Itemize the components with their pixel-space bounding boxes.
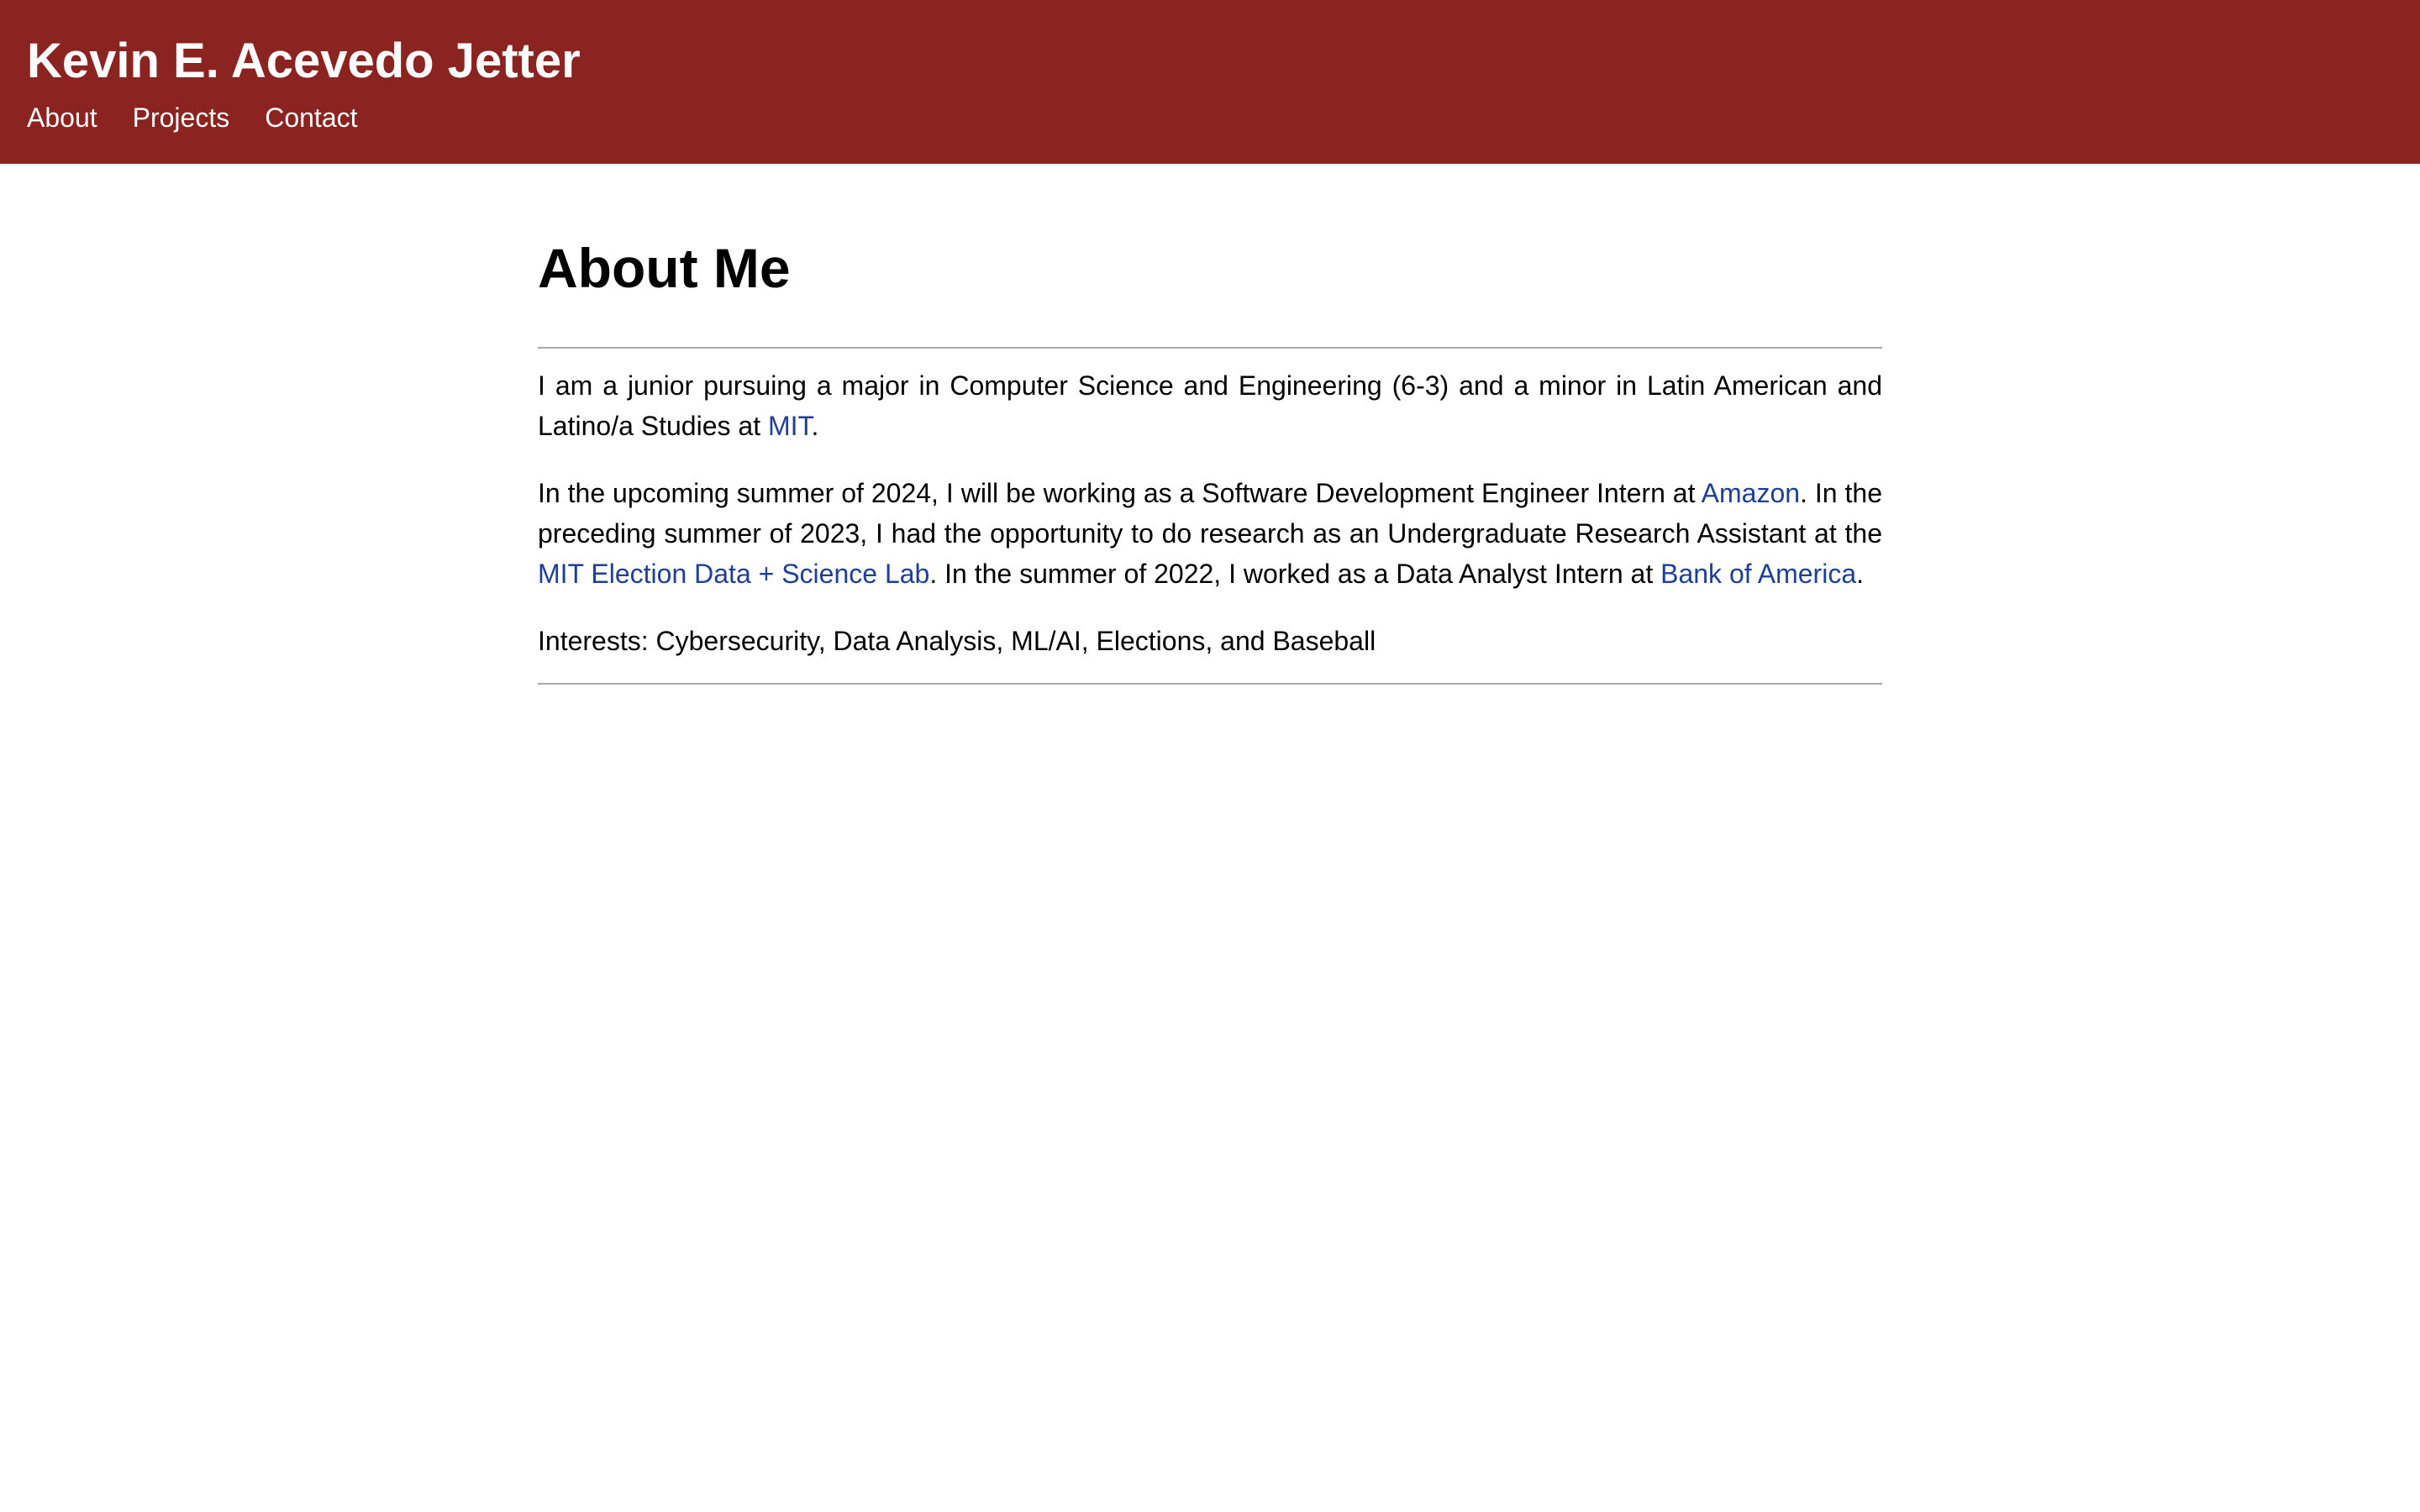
experience-paragraph: In the upcoming summer of 2024, I will b… xyxy=(538,473,1882,594)
amazon-link[interactable]: Amazon xyxy=(1702,478,1800,508)
site-header: Kevin E. Acevedo Jetter About Projects C… xyxy=(0,0,2420,164)
bank-of-america-link[interactable]: Bank of America xyxy=(1660,559,1856,589)
bottom-divider xyxy=(538,683,1882,685)
nav-projects-link[interactable]: Projects xyxy=(133,99,230,136)
site-title: Kevin E. Acevedo Jetter xyxy=(27,34,581,88)
intro-text: I am a junior pursuing a major in Comput… xyxy=(538,370,1882,441)
experience-text-1: In the upcoming summer of 2024, I will b… xyxy=(538,478,1702,508)
mit-link[interactable]: MIT xyxy=(768,411,812,441)
about-section: About Me I am a junior pursuing a major … xyxy=(538,223,1882,685)
nav-about-link[interactable]: About xyxy=(27,99,97,136)
experience-text-3: . In the summer of 2022, I worked as a D… xyxy=(929,559,1661,589)
experience-period: . xyxy=(1856,559,1864,589)
intro-period: . xyxy=(811,411,819,441)
mit-election-lab-link[interactable]: MIT Election Data + Science Lab xyxy=(538,559,929,589)
intro-paragraph: I am a junior pursuing a major in Comput… xyxy=(538,365,1882,446)
interests-paragraph: Interests: Cybersecurity, Data Analysis,… xyxy=(538,626,1376,656)
page-title: About Me xyxy=(538,237,791,299)
main-navigation: About Projects Contact xyxy=(27,99,358,136)
nav-contact-link[interactable]: Contact xyxy=(265,99,357,136)
about-content: I am a junior pursuing a major in Comput… xyxy=(538,349,1882,661)
